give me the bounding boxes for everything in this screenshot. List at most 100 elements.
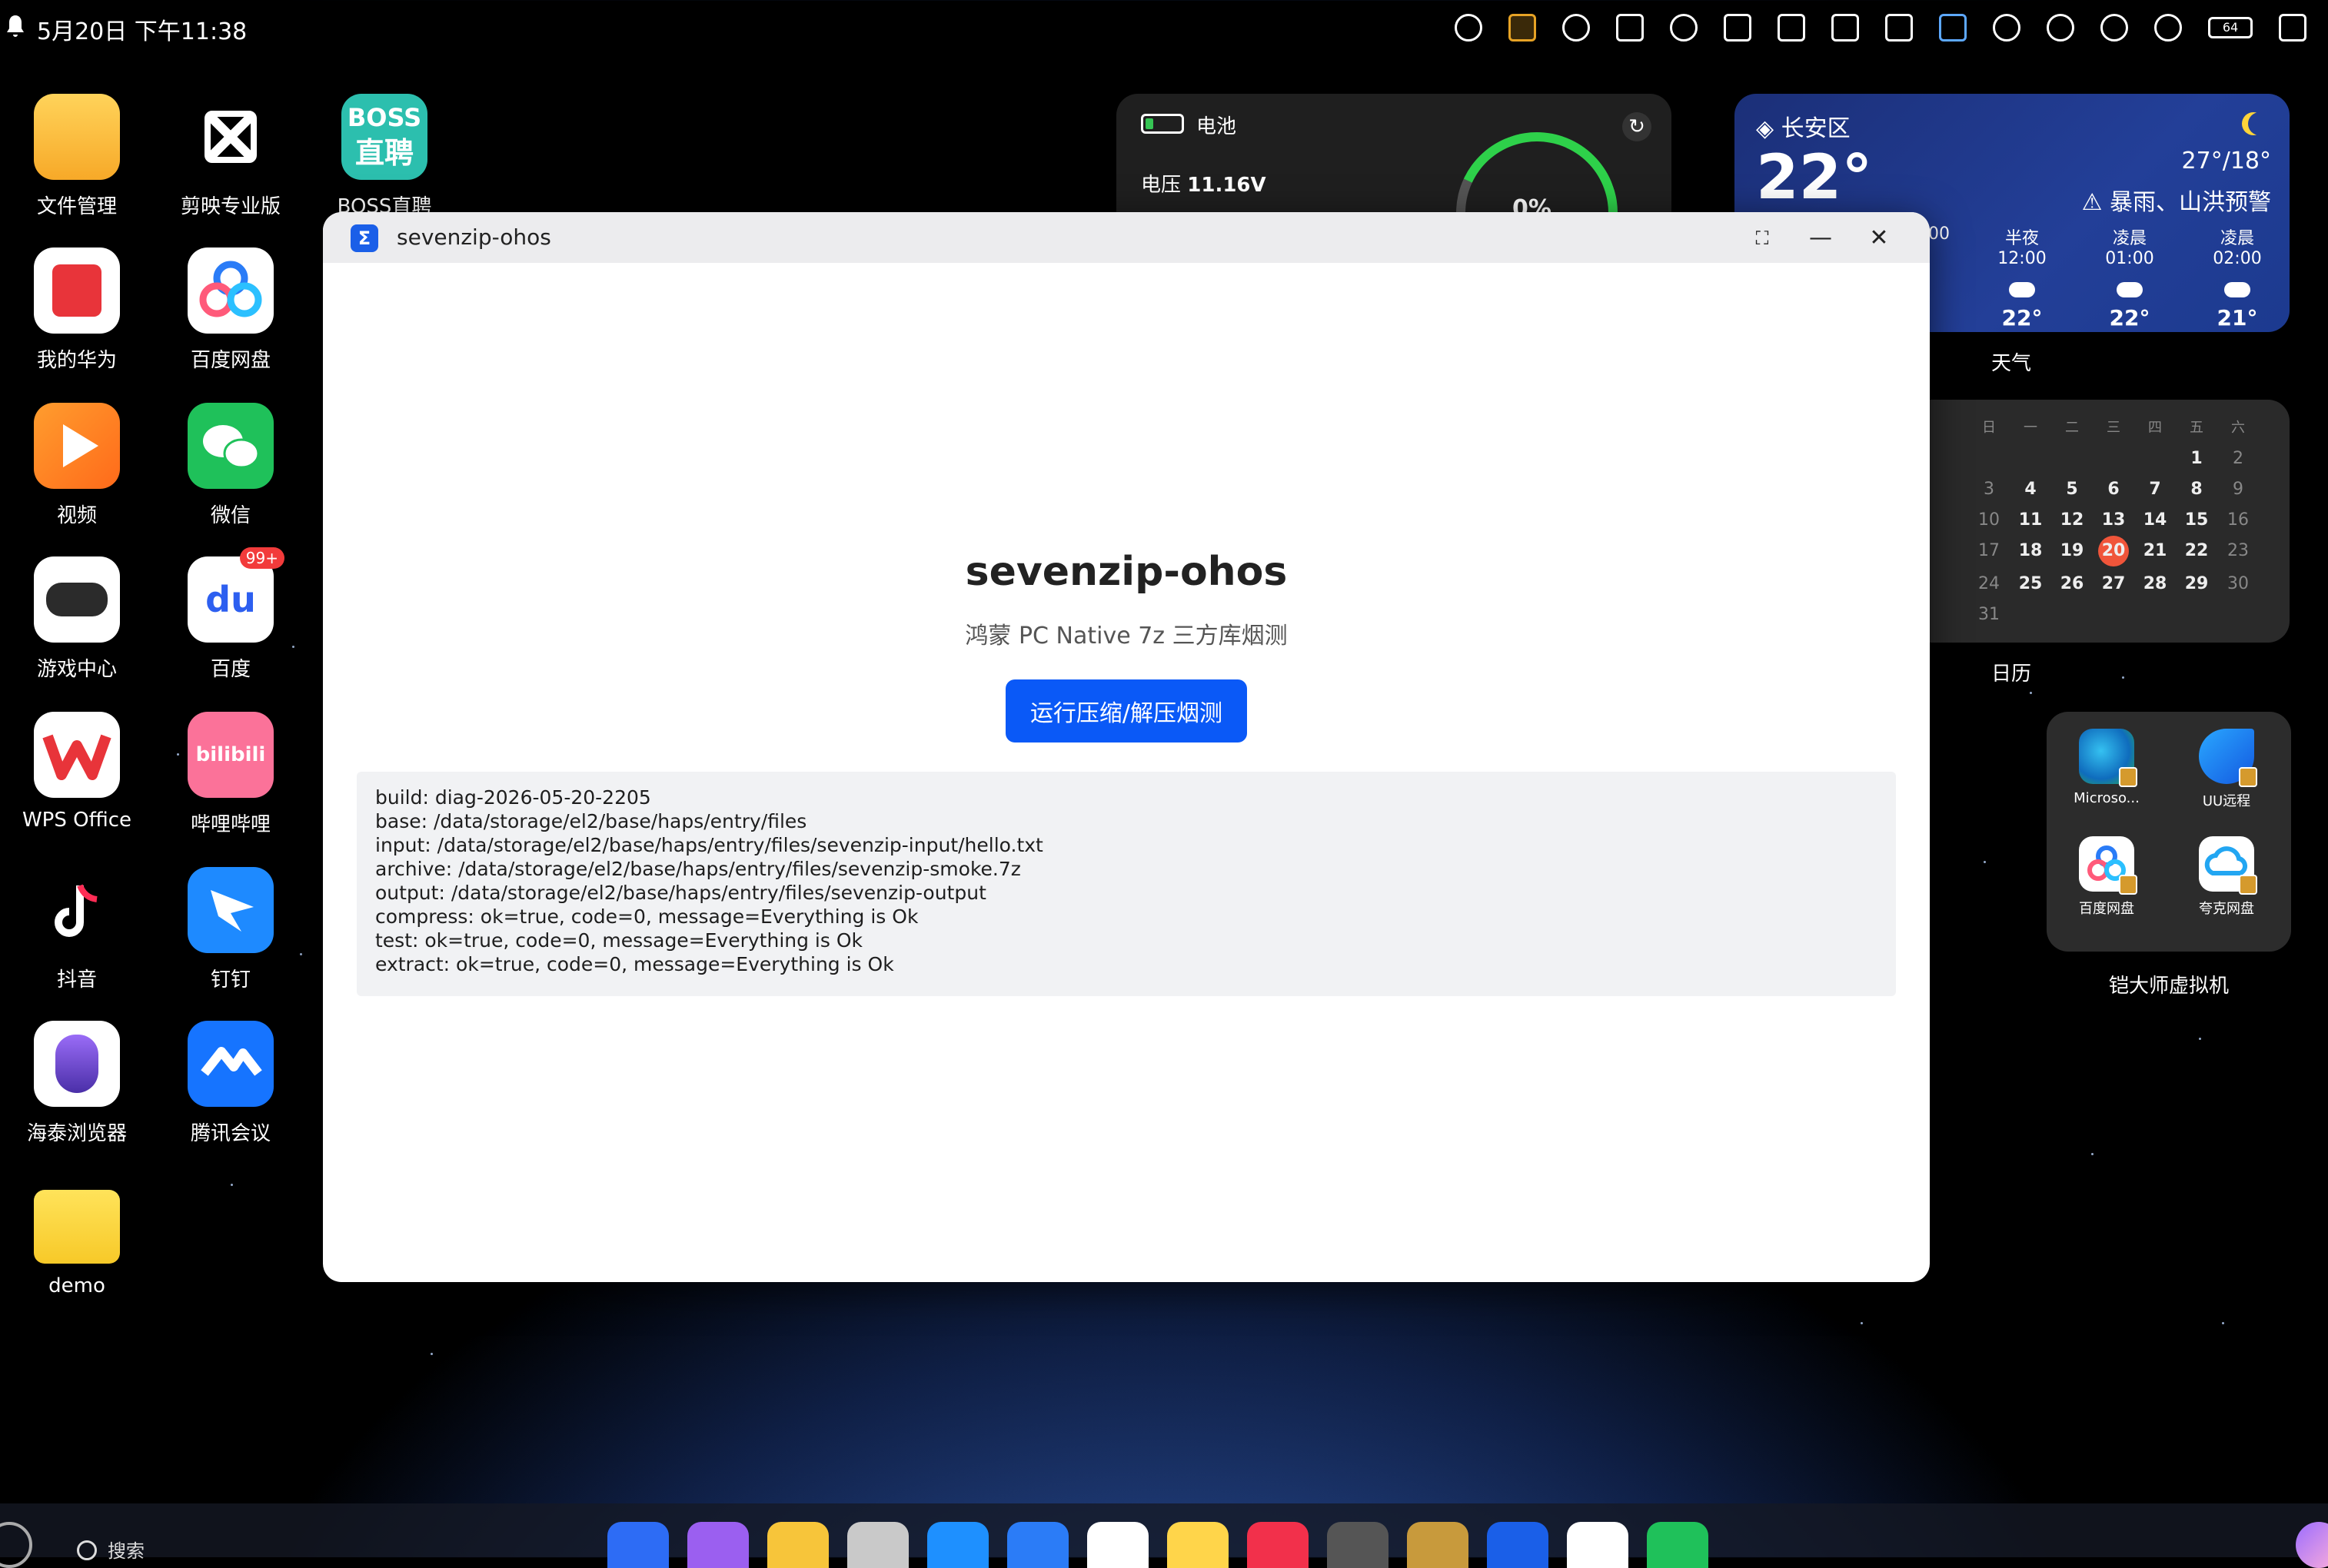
- dock-app-vm-icon[interactable]: [1407, 1522, 1468, 1568]
- run-smoke-test-button[interactable]: 运行压缩/解压烟测: [1006, 679, 1247, 742]
- calendar-day[interactable]: 28: [2134, 571, 2176, 597]
- app-wps-office[interactable]: WPS Office: [0, 712, 154, 832]
- wechat-icon: [188, 403, 274, 489]
- calendar-day[interactable]: 17: [1968, 538, 2010, 564]
- calendar-day[interactable]: 3: [1968, 477, 2010, 503]
- calendar-day[interactable]: 7: [2134, 477, 2176, 503]
- calendar-day[interactable]: 10: [1968, 507, 2010, 533]
- dock-app-sevenzip-icon[interactable]: [1487, 1522, 1548, 1568]
- app-boss-zhipin[interactable]: BOSS 直聘 BOSS直聘: [308, 94, 461, 219]
- dock-search[interactable]: 搜索: [77, 1536, 145, 1563]
- calendar-day[interactable]: 1: [2176, 446, 2217, 472]
- browser-tray-icon[interactable]: [1939, 14, 1967, 42]
- app-game-center[interactable]: 游戏中心: [0, 556, 154, 682]
- calculator-icon[interactable]: [1885, 14, 1913, 42]
- camera-icon[interactable]: [1724, 14, 1751, 42]
- bluetooth-off-icon[interactable]: [2100, 14, 2128, 42]
- notes-tray-icon[interactable]: [1616, 14, 1644, 42]
- app-demo-folder[interactable]: demo: [0, 1178, 154, 1297]
- vm-tray-icon[interactable]: [1508, 14, 1536, 42]
- calendar-day[interactable]: 21: [2134, 538, 2176, 564]
- app-file-manager[interactable]: 文件管理: [0, 94, 154, 219]
- calendar-day[interactable]: 31: [1968, 602, 2010, 628]
- dock-app-browser-icon[interactable]: [927, 1522, 989, 1568]
- vm-app-uu-remote[interactable]: UU远程: [2173, 729, 2280, 810]
- volume-icon[interactable]: [1993, 14, 2020, 42]
- calendar-day[interactable]: 20: [2098, 536, 2129, 566]
- calendar-day[interactable]: 24: [1968, 571, 2010, 597]
- dock-app-trash-icon[interactable]: [847, 1522, 909, 1568]
- calendar-day[interactable]: 30: [2217, 571, 2259, 597]
- app-bilibili[interactable]: bilibili 哔哩哔哩: [154, 712, 308, 837]
- calendar-day[interactable]: 27: [2093, 571, 2134, 597]
- dock-app-memo-icon[interactable]: [1167, 1522, 1229, 1568]
- calendar-day[interactable]: 4: [2010, 477, 2051, 503]
- dock-app-appgallery-icon[interactable]: [1247, 1522, 1309, 1568]
- calendar-day[interactable]: 23: [2217, 538, 2259, 564]
- game-assistant-icon[interactable]: [1562, 14, 1590, 42]
- calendar-day[interactable]: 8: [2176, 477, 2217, 503]
- app-dingtalk[interactable]: 钉钉: [154, 867, 308, 992]
- calendar-day[interactable]: 26: [2051, 571, 2093, 597]
- app-haitai-browser[interactable]: 海泰浏览器: [0, 1021, 154, 1146]
- vm-app-baidu-netdisk[interactable]: 百度网盘: [2053, 836, 2160, 918]
- dock-app-mail-icon[interactable]: [1007, 1522, 1069, 1568]
- calendar-day[interactable]: 19: [2051, 538, 2093, 564]
- log-line: build: diag-2026-05-20-2205: [375, 786, 651, 809]
- calendar-day[interactable]: 12: [2051, 507, 2093, 533]
- app-video[interactable]: 视频: [0, 403, 154, 528]
- app-baidu[interactable]: 99+ du 百度: [154, 547, 308, 682]
- notification-bell-icon[interactable]: [6, 14, 25, 38]
- calendar-day[interactable]: 18: [2010, 538, 2051, 564]
- refresh-icon[interactable]: ↻: [1622, 112, 1651, 141]
- calendar-day[interactable]: 15: [2176, 507, 2217, 533]
- wechat-tray-icon[interactable]: [1455, 14, 1482, 42]
- calendar-day[interactable]: 29: [2176, 571, 2217, 597]
- app-capcut[interactable]: 剪映专业版: [154, 94, 308, 219]
- app-tencent-meeting[interactable]: 腾讯会议: [154, 1021, 308, 1146]
- microphone-icon[interactable]: [1670, 14, 1698, 42]
- calendar-day[interactable]: 9: [2217, 477, 2259, 503]
- app-baidu-netdisk[interactable]: 百度网盘: [154, 247, 308, 373]
- app-window[interactable]: Σ sevenzip-ohos ⛶ — ✕ sevenzip-ohos 鸿蒙 P…: [323, 212, 1930, 1282]
- maximize-icon[interactable]: ⛶: [1745, 221, 1779, 255]
- dock-app-search-icon[interactable]: [1567, 1522, 1628, 1568]
- app-douyin[interactable]: 抖音: [0, 867, 154, 992]
- screen-cast-icon[interactable]: [1778, 14, 1805, 42]
- calendar-day[interactable]: 2: [2217, 446, 2259, 472]
- calendar-day[interactable]: 22: [2176, 538, 2217, 564]
- folder-icon: [34, 94, 120, 180]
- vm-folder-widget[interactable]: Microso... UU远程 百度网盘 夸克网盘: [2047, 712, 2291, 952]
- calendar-day[interactable]: 5: [2051, 477, 2093, 503]
- vm-app-edge[interactable]: Microso...: [2053, 729, 2160, 806]
- dock-app-notes-icon[interactable]: [687, 1522, 749, 1568]
- dock-apps: [607, 1522, 1708, 1568]
- calendar-day[interactable]: 14: [2134, 507, 2176, 533]
- do-not-disturb-icon[interactable]: [2047, 14, 2074, 42]
- dock-app-launcher-icon[interactable]: [607, 1522, 669, 1568]
- screenshot-icon[interactable]: [1831, 14, 1859, 42]
- weekday-label: 五: [2190, 420, 2203, 436]
- calendar-empty: [2093, 446, 2134, 472]
- battery-indicator-icon[interactable]: 64: [2208, 17, 2253, 38]
- calendar-day[interactable]: 6: [2093, 477, 2134, 503]
- dock-app-files-icon[interactable]: [767, 1522, 829, 1568]
- user-avatar[interactable]: [2296, 1522, 2328, 1568]
- app-wechat[interactable]: 微信: [154, 403, 308, 528]
- calendar-day[interactable]: 25: [2010, 571, 2051, 597]
- calendar-day[interactable]: 13: [2093, 507, 2134, 533]
- dock-app-wechat-icon[interactable]: [1647, 1522, 1708, 1568]
- app-my-huawei[interactable]: 我的华为: [0, 247, 154, 373]
- wifi-icon[interactable]: [2154, 14, 2182, 42]
- dock-app-settings-icon[interactable]: [1327, 1522, 1388, 1568]
- control-center-icon[interactable]: [2279, 14, 2306, 42]
- minimize-icon[interactable]: —: [1804, 221, 1837, 255]
- page-subtitle: 鸿蒙 PC Native 7z 三方库烟测: [965, 623, 1288, 649]
- close-icon[interactable]: ✕: [1862, 221, 1896, 255]
- start-button[interactable]: [0, 1522, 32, 1568]
- window-titlebar[interactable]: Σ sevenzip-ohos ⛶ — ✕: [323, 212, 1930, 263]
- vm-app-quark-netdisk[interactable]: 夸克网盘: [2173, 836, 2280, 918]
- calendar-day[interactable]: 16: [2217, 507, 2259, 533]
- calendar-day[interactable]: 11: [2010, 507, 2051, 533]
- dock-app-gallery-icon[interactable]: [1087, 1522, 1149, 1568]
